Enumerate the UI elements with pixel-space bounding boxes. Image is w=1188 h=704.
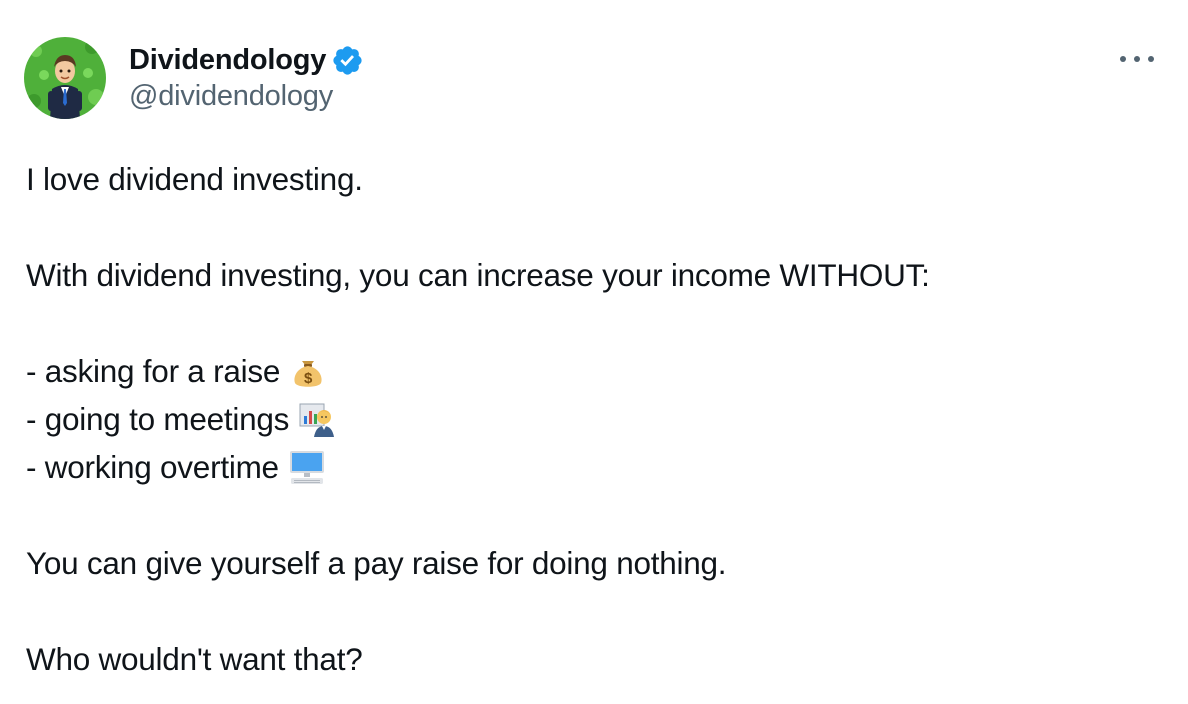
office-worker-icon — [297, 399, 337, 439]
bullet-text: - going to meetings — [26, 401, 290, 437]
author-handle[interactable]: @dividendology — [129, 80, 333, 113]
bullet-line: - asking for a raise $ — [26, 347, 930, 395]
tweet-line: With dividend investing, you can increas… — [26, 257, 930, 293]
more-options-icon[interactable] — [1120, 44, 1154, 74]
bullet-text: - working overtime — [26, 449, 279, 485]
tweet-line: You can give yourself a pay raise for do… — [26, 545, 727, 581]
tweet-line: Who wouldn't want that? — [26, 641, 363, 677]
more-dot — [1134, 56, 1140, 62]
svg-text:$: $ — [304, 370, 313, 387]
desktop-computer-icon — [287, 447, 327, 487]
tweet: Dividendology @dividendology I love divi… — [0, 0, 1188, 704]
author-name-row: Dividendology — [129, 40, 364, 80]
author-display-name[interactable]: Dividendology — [129, 44, 326, 77]
tweet-line: I love dividend investing. — [26, 161, 363, 197]
verified-badge-icon[interactable] — [331, 44, 364, 77]
money-bag-icon: $ — [288, 351, 328, 391]
avatar[interactable] — [24, 37, 106, 119]
more-dot — [1148, 56, 1154, 62]
bullet-line: - working overtime — [26, 443, 930, 491]
more-dot — [1120, 56, 1126, 62]
tweet-text: I love dividend investing. With dividend… — [26, 155, 930, 683]
bullet-line: - going to meetings — [26, 395, 930, 443]
bullet-text: - asking for a raise — [26, 353, 281, 389]
